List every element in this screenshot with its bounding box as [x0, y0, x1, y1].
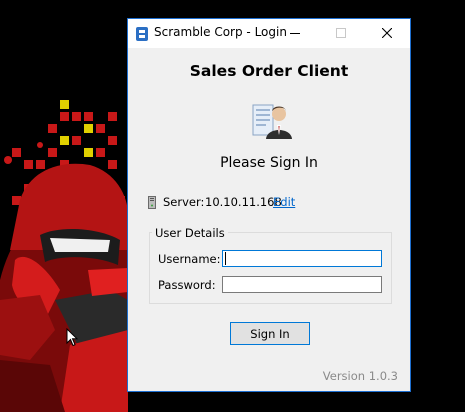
server-address: 10.10.11.168 [205, 195, 282, 209]
edit-server-link[interactable]: Edit [273, 195, 295, 209]
sign-in-button[interactable]: Sign In [230, 322, 310, 345]
pixel-square [48, 124, 57, 133]
close-icon [382, 28, 392, 38]
pixel-square [108, 112, 117, 121]
password-input[interactable] [222, 276, 382, 293]
pixel-square [60, 136, 69, 145]
pixel-square [84, 124, 93, 133]
text-caret [225, 252, 226, 265]
minimize-button[interactable] [272, 19, 318, 48]
server-tower-icon [148, 196, 156, 209]
username-input[interactable] [222, 250, 382, 267]
pixel-square [108, 160, 117, 169]
pixel-square [96, 148, 105, 157]
user-details-group [149, 232, 392, 304]
sign-in-heading: Please Sign In [220, 155, 318, 171]
maximize-button [318, 19, 364, 48]
pixel-square [108, 136, 117, 145]
pixel-square [96, 124, 105, 133]
minimize-icon [290, 33, 300, 34]
password-label: Password: [158, 278, 216, 292]
close-button[interactable] [364, 19, 410, 48]
mouse-pointer-icon [66, 328, 78, 347]
user-with-document-icon [252, 104, 292, 139]
app-heading: Sales Order Client [189, 62, 349, 80]
version-label: Version 1.0.3 [322, 369, 398, 383]
app-icon [136, 27, 148, 41]
title-bar[interactable]: Scramble Corp - Login [128, 19, 410, 48]
pixel-square [36, 160, 45, 169]
user-details-legend: User Details [152, 226, 228, 240]
pixel-square [12, 148, 21, 157]
pixel-square [60, 100, 69, 109]
username-label: Username: [158, 252, 221, 266]
pixel-square [84, 112, 93, 121]
server-label: Server: [163, 195, 205, 209]
maximize-icon [336, 28, 346, 38]
pixel-square [72, 136, 81, 145]
pixel-square [72, 112, 81, 121]
pixel-square [48, 148, 57, 157]
pixel-square [24, 160, 33, 169]
login-window: Scramble Corp - Login Sales Order Client… [127, 18, 411, 392]
window-title: Scramble Corp - Login [154, 25, 287, 39]
pixel-square [60, 112, 69, 121]
pixel-square [84, 148, 93, 157]
